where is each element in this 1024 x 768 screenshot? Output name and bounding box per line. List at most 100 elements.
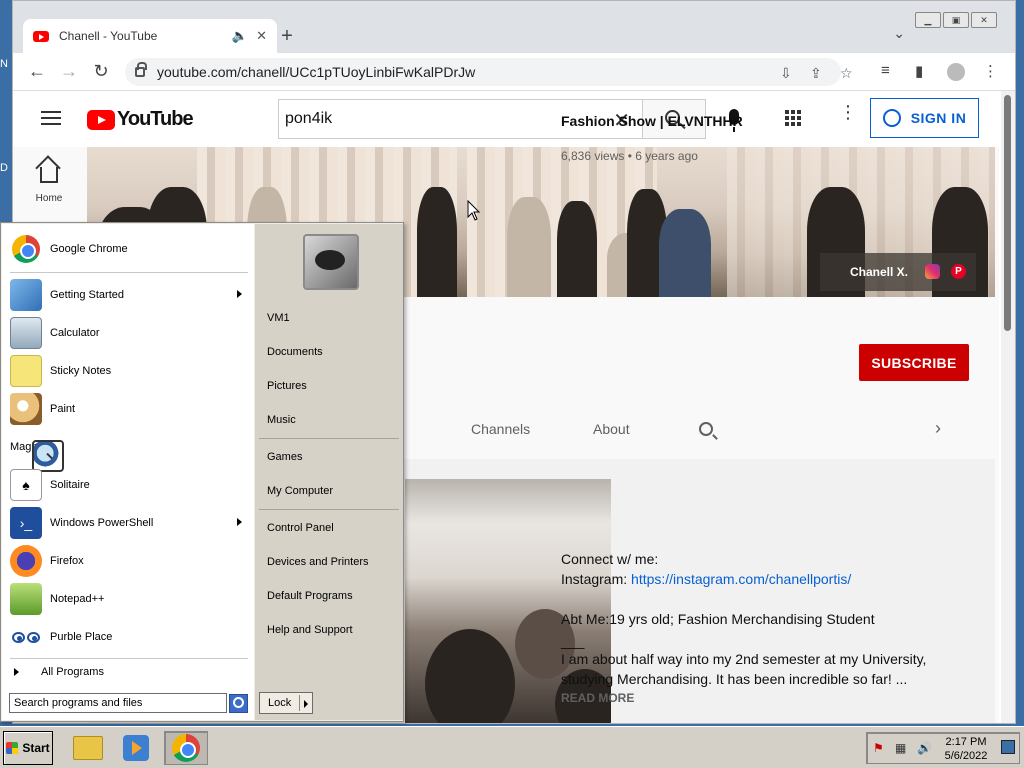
maximize-button[interactable]: ▣ bbox=[943, 12, 969, 28]
browser-menu-icon[interactable]: ⋮ bbox=[983, 62, 998, 80]
start-item-sticky-notes[interactable]: Sticky Notes bbox=[10, 354, 248, 388]
taskbar-chrome[interactable] bbox=[164, 731, 208, 765]
subscribe-button[interactable]: SUBSCRIBE bbox=[859, 344, 969, 381]
start-item-magnifier[interactable]: Magnifier bbox=[10, 430, 248, 472]
youtube-favicon-icon bbox=[33, 30, 49, 42]
address-bar[interactable]: youtube.com/chanell/UCc1pTUoyLinbiFwKalP… bbox=[125, 58, 853, 86]
start-place-vm1[interactable]: VM1 bbox=[267, 312, 290, 324]
mouse-cursor-icon bbox=[467, 200, 481, 221]
new-tab-button[interactable]: + bbox=[275, 25, 299, 48]
sidebar-item-home[interactable]: Home bbox=[27, 167, 71, 204]
apps-grid-icon[interactable] bbox=[785, 110, 801, 126]
taskbar-explorer[interactable] bbox=[66, 731, 110, 765]
tab-about[interactable]: About bbox=[593, 421, 630, 437]
tab-bar: Chanell - YouTube 🔈 ✕ + ⌄ ▁ ▣ ✕ bbox=[13, 1, 1015, 53]
start-item-firefox[interactable]: Firefox bbox=[10, 544, 248, 578]
start-item-calculator[interactable]: Calculator bbox=[10, 316, 248, 350]
start-item-solitaire[interactable]: ♠ Solitaire bbox=[10, 468, 248, 502]
chrome-icon bbox=[172, 734, 200, 762]
settings-kebab-icon[interactable]: ⋮ bbox=[839, 103, 857, 121]
instagram-icon[interactable] bbox=[925, 264, 940, 279]
network-icon[interactable]: ▦ bbox=[895, 741, 906, 755]
all-programs-button[interactable]: All Programs bbox=[14, 666, 104, 678]
reading-list-icon[interactable]: ≡ bbox=[881, 62, 890, 79]
read-more-link[interactable]: READ MORE bbox=[561, 691, 634, 705]
chevron-right-icon[interactable]: › bbox=[935, 418, 941, 439]
share-icon[interactable]: ⇪ bbox=[810, 65, 822, 82]
start-place-games[interactable]: Games bbox=[267, 451, 302, 463]
minimize-button[interactable]: ▁ bbox=[915, 12, 941, 28]
start-button[interactable]: Start bbox=[3, 731, 53, 765]
lock-button[interactable]: Lock bbox=[259, 692, 313, 714]
start-place-documents[interactable]: Documents bbox=[267, 346, 323, 358]
start-place-help-and-support[interactable]: Help and Support bbox=[267, 624, 353, 636]
scrollbar-thumb[interactable] bbox=[1004, 95, 1011, 331]
video-desc-line: Connect w/ me: bbox=[561, 551, 659, 567]
lock-options-arrow-icon[interactable] bbox=[304, 700, 308, 708]
youtube-play-icon bbox=[87, 109, 115, 130]
start-item-windows-powershell[interactable]: ›_ Windows PowerShell bbox=[10, 506, 248, 540]
video-desc-body: I am about half way into my 2nd semester… bbox=[561, 651, 927, 687]
close-tab-icon[interactable]: ✕ bbox=[256, 28, 267, 44]
start-item-purble-place[interactable]: Purble Place bbox=[10, 620, 248, 654]
taskbar-media-player[interactable] bbox=[114, 731, 158, 765]
start-place-pictures[interactable]: Pictures bbox=[267, 380, 307, 392]
system-tray: ⚑ ▦ 🔊 2:17 PM 5/6/2022 bbox=[866, 732, 1020, 764]
action-center-flag-icon[interactable]: ⚑ bbox=[873, 741, 884, 755]
forward-arrow-icon[interactable]: → bbox=[57, 61, 81, 82]
powershell-icon: ›_ bbox=[10, 507, 42, 539]
home-icon bbox=[40, 167, 58, 183]
getting-started-icon bbox=[10, 279, 42, 311]
media-player-icon bbox=[123, 735, 149, 761]
lock-icon[interactable] bbox=[135, 62, 147, 77]
close-window-button[interactable]: ✕ bbox=[971, 12, 997, 28]
tab-title: Chanell - YouTube bbox=[59, 29, 158, 43]
start-search-input[interactable]: Search programs and files bbox=[9, 693, 227, 713]
video-desc-rule: ___ bbox=[561, 633, 585, 649]
youtube-header: YouTube pon4ik ✕ ⋮ SIGN IN bbox=[13, 91, 999, 147]
start-place-control-panel[interactable]: Control Panel bbox=[267, 522, 334, 534]
start-item-getting-started[interactable]: Getting Started bbox=[10, 278, 248, 312]
show-desktop-icon[interactable] bbox=[1001, 740, 1015, 754]
pinterest-icon[interactable]: P bbox=[951, 264, 966, 279]
clock-time: 2:17 PM bbox=[945, 736, 987, 748]
youtube-logo[interactable]: YouTube bbox=[87, 108, 194, 131]
sticky-notes-icon bbox=[10, 355, 42, 387]
side-panel-icon[interactable]: ▮ bbox=[915, 62, 923, 80]
instagram-link[interactable]: https://instagram.com/chanellportis/ bbox=[631, 571, 851, 587]
start-search-icon[interactable] bbox=[229, 694, 248, 713]
start-place-music[interactable]: Music bbox=[267, 414, 296, 426]
video-desc-instagram: Instagram: https://instagram.com/chanell… bbox=[561, 571, 852, 587]
channel-search-icon[interactable] bbox=[699, 422, 713, 436]
video-desc-about: Abt Me:19 yrs old; Fashion Merchandising… bbox=[561, 611, 875, 627]
firefox-icon bbox=[10, 545, 42, 577]
install-app-icon[interactable]: ⇩ bbox=[780, 65, 792, 82]
tab-channels[interactable]: Channels bbox=[471, 421, 530, 437]
start-place-default-programs[interactable]: Default Programs bbox=[267, 590, 353, 602]
start-menu: Google Chrome Getting Started Calculator… bbox=[0, 222, 404, 722]
browser-tab-active[interactable]: Chanell - YouTube 🔈 ✕ bbox=[23, 19, 277, 53]
page-scrollbar[interactable] bbox=[1001, 91, 1015, 723]
sign-in-button[interactable]: SIGN IN bbox=[870, 98, 979, 138]
video-title[interactable]: Fashion Show | ELVNTHHR bbox=[561, 113, 743, 129]
user-picture[interactable] bbox=[303, 234, 359, 290]
start-place-my-computer[interactable]: My Computer bbox=[267, 485, 333, 497]
desktop-icon-label-fragment: D bbox=[0, 162, 8, 174]
hamburger-menu-icon[interactable] bbox=[41, 111, 61, 125]
reload-icon[interactable]: ↻ bbox=[89, 61, 113, 82]
speaker-icon[interactable]: 🔈 bbox=[232, 28, 248, 44]
start-item-notepad-plus-plus[interactable]: Notepad++ bbox=[10, 582, 248, 616]
start-item-google-chrome[interactable]: Google Chrome bbox=[10, 232, 248, 266]
start-item-paint[interactable]: Paint bbox=[10, 392, 248, 426]
calculator-icon bbox=[10, 317, 42, 349]
tab-search-chevron-icon[interactable]: ⌄ bbox=[893, 25, 905, 42]
solitaire-card-icon: ♠ bbox=[10, 469, 42, 501]
bookmark-star-icon[interactable]: ☆ bbox=[840, 65, 853, 82]
start-menu-programs: Google Chrome Getting Started Calculator… bbox=[2, 224, 254, 720]
clock[interactable]: 2:17 PM 5/6/2022 bbox=[939, 735, 993, 763]
start-place-devices-and-printers[interactable]: Devices and Printers bbox=[267, 556, 369, 568]
start-menu-places: VM1 Documents Pictures Music Games My Co… bbox=[255, 224, 403, 720]
profile-avatar-icon[interactable] bbox=[947, 63, 965, 81]
back-arrow-icon[interactable]: ← bbox=[25, 61, 49, 82]
volume-icon[interactable]: 🔊 bbox=[917, 741, 932, 755]
